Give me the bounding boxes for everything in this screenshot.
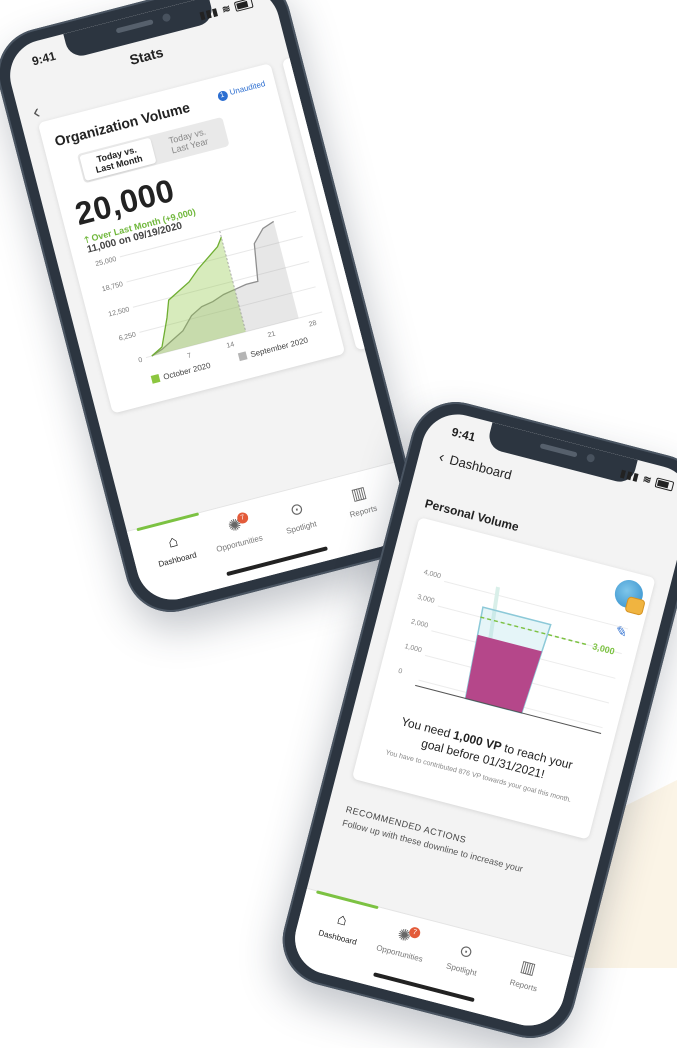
- status-icons: ▮▮▮ ≋: [618, 468, 675, 492]
- tab-opportunities[interactable]: ✺ 7 Opportunities: [202, 509, 272, 556]
- unaudited-count: 1: [216, 89, 229, 103]
- y-tick-label: 3,000: [416, 594, 435, 605]
- back-chevron-icon: ‹: [437, 448, 447, 467]
- goal-label: 3,000: [591, 641, 615, 656]
- unaudited-badge[interactable]: 1 Unaudited: [216, 79, 267, 103]
- segment-last-year[interactable]: Today vs. Last Year: [150, 119, 227, 162]
- x-tick-label: 14: [226, 341, 235, 350]
- legend-swatch: [237, 351, 248, 362]
- legend-swatch: [150, 373, 161, 384]
- tab-spotlight[interactable]: ⊙ Spotlight: [264, 493, 334, 540]
- status-time: 9:41: [450, 424, 477, 445]
- y-tick-label: 4,000: [423, 569, 442, 580]
- signal-icon: ▮▮▮: [198, 6, 221, 23]
- coins-icon: [624, 595, 646, 616]
- wifi-icon: ≋: [641, 474, 654, 488]
- y-tick-label: 0: [138, 357, 144, 365]
- y-tick-label: 0: [397, 668, 403, 676]
- bar-chart-icon: ▥: [518, 958, 538, 979]
- back-chevron-icon[interactable]: ‹: [30, 101, 42, 125]
- tab-bar: ⌂ Dashboard ✺ 7 Opportunities ⊙ Spotlight ▥ Repo…: [287, 887, 575, 1034]
- segment-last-month[interactable]: Today vs. Last Month: [79, 137, 157, 181]
- x-tick-label: 28: [308, 320, 317, 329]
- legend-label: September 2020: [249, 335, 309, 359]
- y-tick-label: 2,000: [410, 618, 429, 629]
- back-label: Dashboard: [447, 452, 514, 483]
- y-tick-label: 18,750: [101, 281, 124, 293]
- tab-reports[interactable]: ▥ Reports: [491, 951, 561, 998]
- y-tick-label: 12,500: [108, 306, 131, 318]
- x-tick-label: 21: [267, 330, 276, 339]
- tab-dashboard[interactable]: ⌂ Dashboard: [305, 903, 375, 950]
- legend-label: October 2020: [162, 361, 212, 382]
- personal-volume-card: ✎ 4,000 3,000 2,000 1,000 0 3,000 You need 1,…: [351, 517, 656, 840]
- tab-opportunities[interactable]: ✺ 7 Opportunities: [367, 919, 437, 966]
- tab-spotlight[interactable]: ⊙ Spotlight: [429, 935, 499, 982]
- wifi-icon: ≋: [221, 3, 233, 17]
- y-tick-label: 25,000: [95, 256, 118, 268]
- tab-dashboard[interactable]: ⌂ Dashboard: [140, 525, 210, 572]
- tab-reports[interactable]: ▥ Reports: [326, 477, 396, 524]
- signal-icon: ▮▮▮: [618, 468, 641, 484]
- y-tick-label: 1,000: [404, 643, 423, 654]
- unaudited-label: Unaudited: [228, 79, 267, 97]
- series-area-october: [151, 237, 246, 357]
- battery-icon: [233, 0, 254, 13]
- spotlight-icon: ⊙: [457, 942, 475, 963]
- status-time: 9:41: [30, 48, 58, 69]
- x-tick-label: 7: [187, 352, 193, 360]
- y-tick-label: 6,250: [118, 331, 137, 342]
- battery-icon: [654, 477, 675, 492]
